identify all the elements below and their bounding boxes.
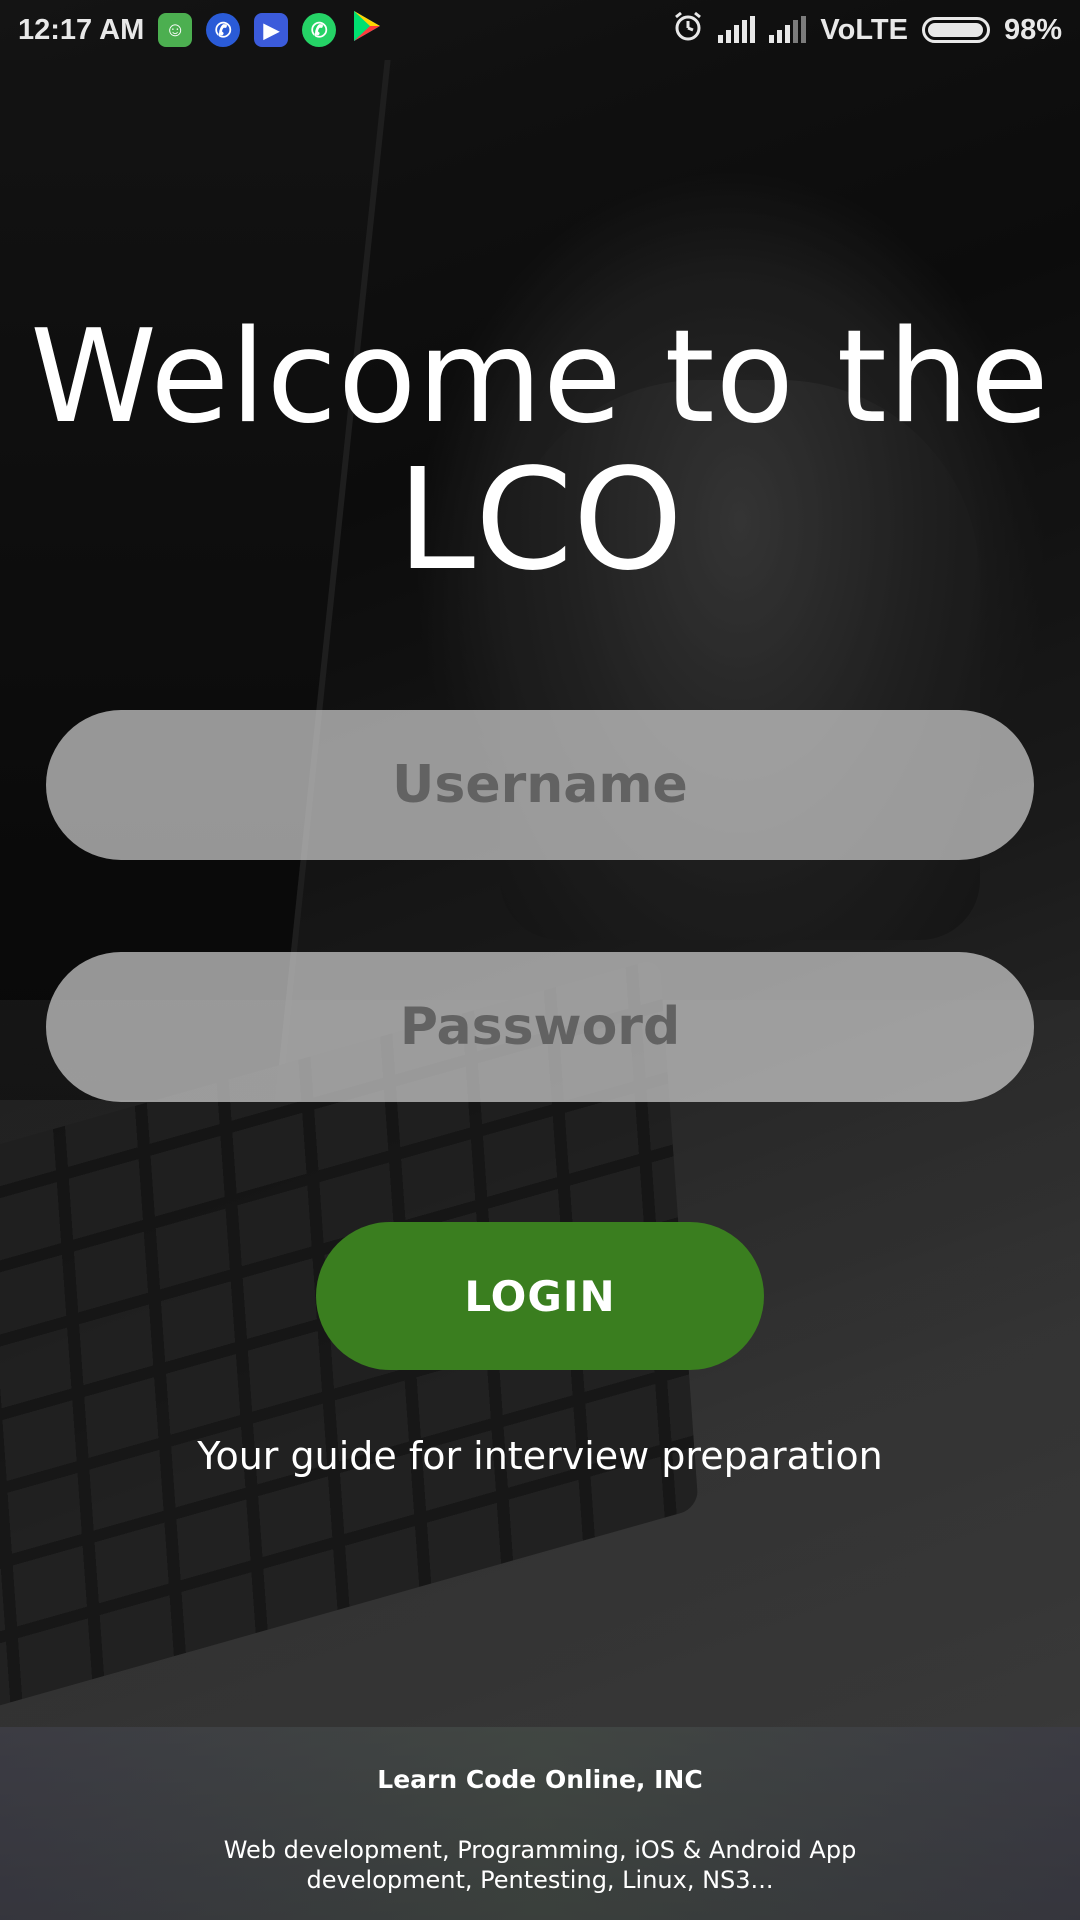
network-type: VoLTE	[820, 13, 908, 46]
footer-description: Web development, Programming, iOS & Andr…	[223, 1836, 857, 1894]
footer: Learn Code Online, INC Web development, …	[0, 1727, 1080, 1920]
status-time: 12:17 AM	[18, 13, 145, 46]
phone-call-icon: ✆	[206, 13, 241, 47]
username-input[interactable]	[46, 710, 1034, 860]
video-call-icon: ▶	[254, 13, 289, 47]
footer-title: Learn Code Online, INC	[377, 1765, 703, 1794]
battery-fill	[927, 23, 983, 37]
login-button[interactable]: LOGIN	[316, 1222, 764, 1370]
welcome-heading: Welcome to the LCO	[0, 310, 1080, 596]
tagline: Your guide for interview preparation	[197, 1434, 883, 1478]
status-bar: 12:17 AM ☺ ✆ ▶ ✆ VoLTE 98%	[0, 0, 1080, 60]
alarm-icon	[672, 10, 704, 50]
play-store-icon	[350, 9, 384, 51]
status-left: 12:17 AM ☺ ✆ ▶ ✆	[18, 9, 384, 51]
app-name: LCO	[397, 439, 683, 602]
signal-icon	[718, 16, 756, 43]
welcome-line-1: Welcome to the	[30, 303, 1050, 452]
battery-icon	[921, 17, 990, 43]
status-right: VoLTE 98%	[672, 10, 1062, 50]
android-icon: ☺	[158, 13, 193, 47]
signal-icon-2	[769, 16, 807, 43]
whatsapp-icon: ✆	[302, 13, 337, 47]
login-screen: 12:17 AM ☺ ✆ ▶ ✆ VoLTE 98% Welcome to th…	[0, 0, 1080, 1920]
battery-percent: 98%	[1003, 13, 1062, 46]
password-input[interactable]	[46, 952, 1034, 1102]
